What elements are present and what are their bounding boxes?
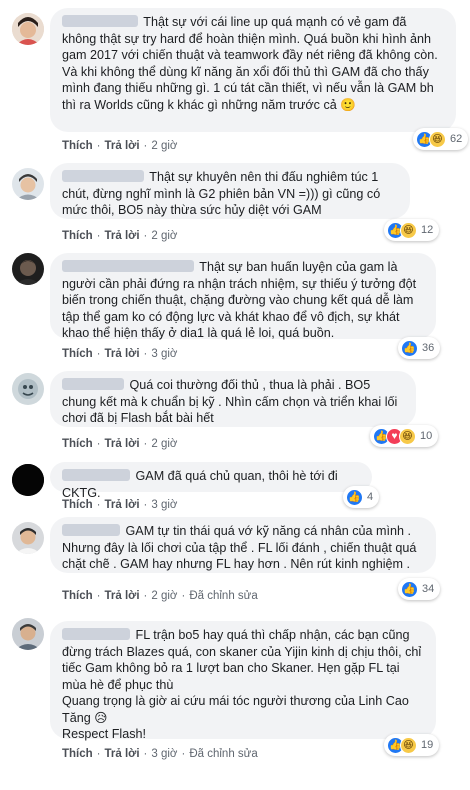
like-link[interactable]: Thích — [62, 438, 93, 450]
haha-reaction-icon: 😆 — [429, 130, 446, 148]
comment-actions: Thích · Trả lời · 2 giờ · Đã chỉnh sửa — [62, 590, 258, 602]
reply-link[interactable]: Trả lời — [105, 438, 140, 450]
like-reaction-icon: 👍 — [401, 580, 418, 598]
comment-actions: Thích · Trả lời · 2 giờ — [62, 230, 178, 242]
reactions-summary[interactable]: 👍 4 — [343, 486, 380, 508]
author-name-blurred[interactable] — [62, 628, 130, 640]
reply-link[interactable]: Trả lời — [105, 499, 140, 511]
comment-bubble: FL trận bo5 hay quá thì chấp nhận, các b… — [50, 621, 436, 741]
edited-label[interactable]: Đã chỉnh sửa — [189, 748, 257, 760]
comment-bubble: GAM đã quá chủ quan, thôi hè tới đi CKTG… — [50, 462, 372, 500]
like-reaction-icon: 👍 — [401, 339, 418, 357]
reactions-summary[interactable]: 👍 😆 62 — [413, 128, 469, 150]
like-link[interactable]: Thích — [62, 140, 93, 152]
reaction-count: 10 — [420, 430, 433, 442]
comment-bubble: Thật sự khuyên nên thi đấu nghiêm túc 1 … — [50, 163, 410, 219]
like-link[interactable]: Thích — [62, 348, 93, 360]
author-name-blurred[interactable] — [62, 524, 120, 536]
avatar[interactable] — [12, 522, 44, 554]
edited-label[interactable]: Đã chỉnh sửa — [189, 590, 257, 602]
haha-reaction-icon: 😆 — [399, 427, 416, 445]
reactions-summary[interactable]: 👍 ♥ 😆 10 — [370, 425, 439, 447]
reply-link[interactable]: Trả lời — [105, 230, 140, 242]
comment-bubble: Quá coi thường đối thủ , thua là phải . … — [50, 371, 416, 427]
timestamp[interactable]: 2 giờ — [151, 438, 177, 450]
author-name-blurred[interactable] — [62, 469, 130, 481]
haha-reaction-icon: 😆 — [400, 221, 417, 239]
haha-reaction-icon: 😆 — [400, 736, 417, 754]
comment-text: Thật sự với cái line up quá mạnh có vẻ g… — [62, 15, 442, 112]
reactions-summary[interactable]: 👍 😆 12 — [384, 219, 440, 241]
reaction-count: 12 — [421, 224, 434, 236]
comment-bubble: Thật sự với cái line up quá mạnh có vẻ g… — [50, 8, 456, 132]
avatar[interactable] — [12, 253, 44, 285]
reply-link[interactable]: Trả lời — [105, 748, 140, 760]
avatar[interactable] — [12, 373, 44, 405]
timestamp[interactable]: 2 giờ — [151, 590, 177, 602]
like-link[interactable]: Thích — [62, 590, 93, 602]
reply-link[interactable]: Trả lời — [105, 348, 140, 360]
avatar[interactable] — [12, 464, 44, 496]
comment-actions: Thích · Trả lời · 3 giờ — [62, 499, 178, 511]
comment-text: FL trận bo5 hay quá thì chấp nhận, các b… — [62, 628, 422, 741]
avatar[interactable] — [12, 168, 44, 200]
comment-actions: Thích · Trả lời · 2 giờ — [62, 438, 178, 450]
timestamp[interactable]: 2 giờ — [151, 140, 177, 152]
author-name-blurred[interactable] — [62, 15, 138, 27]
timestamp[interactable]: 3 giờ — [151, 499, 177, 511]
timestamp[interactable]: 3 giờ — [151, 748, 177, 760]
comment-actions: Thích · Trả lời · 3 giờ — [62, 348, 178, 360]
avatar[interactable] — [12, 13, 44, 45]
reaction-count: 4 — [367, 491, 374, 503]
like-link[interactable]: Thích — [62, 230, 93, 242]
avatar[interactable] — [12, 618, 44, 650]
reply-link[interactable]: Trả lời — [105, 590, 140, 602]
timestamp[interactable]: 3 giờ — [151, 348, 177, 360]
like-link[interactable]: Thích — [62, 748, 93, 760]
like-link[interactable]: Thích — [62, 499, 93, 511]
like-reaction-icon: 👍 — [346, 488, 363, 506]
author-name-blurred[interactable] — [62, 260, 194, 272]
reply-link[interactable]: Trả lời — [105, 140, 140, 152]
reactions-summary[interactable]: 👍 😆 19 — [384, 734, 440, 756]
reaction-count: 19 — [421, 739, 434, 751]
reaction-count: 36 — [422, 342, 435, 354]
comment-actions: Thích · Trả lời · 2 giờ — [62, 140, 178, 152]
timestamp[interactable]: 2 giờ — [151, 230, 177, 242]
comment-bubble: GAM tự tin thái quá vớ kỹ năng cá nhân c… — [50, 517, 436, 573]
reaction-count: 62 — [450, 133, 463, 145]
author-name-blurred[interactable] — [62, 378, 124, 390]
reactions-summary[interactable]: 👍 34 — [398, 578, 441, 600]
comment-bubble: Thật sự ban huấn luyện của gam là người … — [50, 253, 436, 340]
reactions-summary[interactable]: 👍 36 — [398, 337, 441, 359]
reaction-count: 34 — [422, 583, 435, 595]
comment-actions: Thích · Trả lời · 3 giờ · Đã chỉnh sửa — [62, 748, 258, 760]
author-name-blurred[interactable] — [62, 170, 144, 182]
comment-text: Thật sự ban huấn luyện của gam là người … — [62, 260, 420, 340]
